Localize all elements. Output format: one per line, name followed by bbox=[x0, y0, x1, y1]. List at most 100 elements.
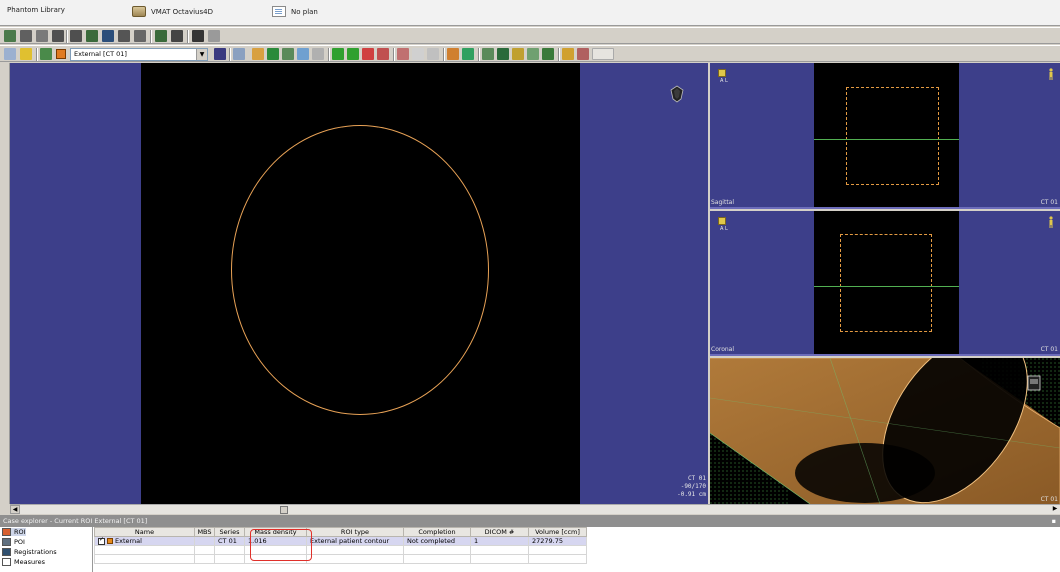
expand-icon[interactable] bbox=[332, 48, 344, 60]
measure-icon[interactable] bbox=[562, 48, 574, 60]
chevron-down-icon[interactable] bbox=[208, 30, 220, 42]
sagittal-label: Sagittal bbox=[711, 199, 735, 206]
nav-label: Registrations bbox=[14, 548, 57, 556]
roi-name-cell[interactable]: External bbox=[94, 536, 195, 546]
column-header-roi-type[interactable]: ROI type bbox=[306, 527, 404, 537]
union-icon[interactable] bbox=[362, 48, 374, 60]
case-explorer: ROI POI Registrations Measures Name MBS … bbox=[0, 527, 1060, 572]
roi-visible-checkbox[interactable] bbox=[98, 536, 105, 545]
coronal-view[interactable]: A L Coronal CT 01 bbox=[710, 211, 1060, 356]
column-header-series[interactable]: Series bbox=[214, 527, 245, 537]
smooth-icon[interactable] bbox=[462, 48, 474, 60]
eraser-icon[interactable] bbox=[312, 48, 324, 60]
contour-icon[interactable] bbox=[297, 48, 309, 60]
delete-roi-icon[interactable] bbox=[397, 48, 409, 60]
case-explorer-nav: ROI POI Registrations Measures bbox=[0, 527, 93, 572]
external-roi-contour bbox=[231, 125, 489, 415]
layout-toolbar bbox=[0, 27, 1060, 44]
table-row[interactable]: External CT 01 1.016 External patient co… bbox=[94, 536, 1056, 546]
disabled-tool-icon bbox=[592, 48, 614, 60]
nav-item-roi[interactable]: ROI bbox=[2, 528, 26, 536]
ruler-icon[interactable] bbox=[577, 48, 589, 60]
roi-volume-cell[interactable]: 27279.75 bbox=[528, 536, 587, 546]
window-level-icon[interactable] bbox=[192, 30, 204, 42]
column-header-completion[interactable]: Completion bbox=[403, 527, 471, 537]
view-settings-icon[interactable] bbox=[718, 69, 726, 77]
pin-icon[interactable]: ▪ bbox=[1052, 515, 1056, 527]
person-icon bbox=[1049, 68, 1053, 80]
roi-dicom-cell[interactable]: 1 bbox=[470, 536, 529, 546]
nav-item-registrations[interactable]: Registrations bbox=[2, 548, 57, 556]
plan-tab[interactable]: No plan bbox=[272, 6, 318, 17]
library-label: Phantom Library bbox=[7, 6, 65, 14]
roi-series-cell[interactable]: CT 01 bbox=[214, 536, 245, 546]
roi-type-cell[interactable]: External patient contour bbox=[306, 536, 404, 546]
horizontal-scrollbar[interactable]: ◀ ▶ bbox=[10, 504, 1060, 514]
redo-icon[interactable] bbox=[427, 48, 439, 60]
draw-icon[interactable] bbox=[282, 48, 294, 60]
boolean-icon[interactable] bbox=[527, 48, 539, 60]
wall-icon[interactable] bbox=[542, 48, 554, 60]
layout-3d-icon[interactable] bbox=[102, 30, 114, 42]
layout-split-icon[interactable] bbox=[36, 30, 48, 42]
fill-icon[interactable] bbox=[267, 48, 279, 60]
nav-item-measures[interactable]: Measures bbox=[2, 558, 45, 566]
roi-color-swatch[interactable] bbox=[107, 538, 113, 544]
roi-toolbar: External [CT 01] ▼ bbox=[0, 45, 1060, 62]
sagittal-view[interactable]: A L Sagittal CT 01 bbox=[710, 63, 1060, 209]
roi-settings-icon[interactable] bbox=[214, 48, 226, 60]
column-header-name[interactable]: Name bbox=[94, 527, 195, 537]
layout-grid-icon[interactable] bbox=[20, 30, 32, 42]
roi-mass-density-cell[interactable]: 1.016 bbox=[244, 536, 307, 546]
scroll-left-icon[interactable]: ◀ bbox=[10, 505, 20, 514]
library-tab[interactable]: Phantom Library bbox=[7, 6, 65, 14]
layout-panel-icon[interactable] bbox=[155, 30, 167, 42]
highlight-icon[interactable] bbox=[20, 48, 32, 60]
roi-color-swatch bbox=[56, 49, 66, 59]
sagittal-series-label: CT 01 bbox=[1040, 199, 1058, 206]
column-header-volume[interactable]: Volume [ccm] bbox=[528, 527, 587, 537]
chevron-down-icon[interactable]: ▼ bbox=[196, 49, 207, 60]
interpolate-icon[interactable] bbox=[482, 48, 494, 60]
3d-view[interactable]: CT 01 bbox=[710, 358, 1060, 504]
layout-columns-icon[interactable] bbox=[70, 30, 82, 42]
poi-icon bbox=[2, 538, 11, 546]
3d-cylinder-render bbox=[710, 358, 1060, 504]
copy-roi-icon[interactable] bbox=[497, 48, 509, 60]
margin-icon[interactable] bbox=[512, 48, 524, 60]
column-header-mass-density[interactable]: Mass density bbox=[244, 527, 307, 537]
layout-compare-icon[interactable] bbox=[134, 30, 146, 42]
roi-completion-cell[interactable]: Not completed bbox=[403, 536, 471, 546]
roi-new-icon[interactable] bbox=[40, 48, 52, 60]
coronal-orientation: A L bbox=[720, 226, 728, 232]
case-explorer-title: Case explorer - Current ROI External [CT… bbox=[3, 517, 148, 525]
nav-item-poi[interactable]: POI bbox=[2, 538, 25, 546]
undo-icon[interactable] bbox=[412, 48, 424, 60]
layout-single-icon[interactable] bbox=[4, 30, 16, 42]
person-icon bbox=[1049, 216, 1053, 228]
layout-rows-icon[interactable] bbox=[52, 30, 64, 42]
sagittal-orientation: A L bbox=[720, 78, 728, 84]
line-tool-icon[interactable] bbox=[233, 48, 245, 60]
roi-selector-value: External [CT 01] bbox=[74, 50, 127, 58]
3d-series-label: CT 01 bbox=[1040, 496, 1058, 503]
brush-icon[interactable] bbox=[252, 48, 264, 60]
view-settings-icon[interactable] bbox=[718, 217, 726, 225]
roi-mbs-cell[interactable] bbox=[194, 536, 215, 546]
layout-stack-icon[interactable] bbox=[118, 30, 130, 42]
pointer-icon[interactable] bbox=[4, 48, 16, 60]
transversal-view[interactable]: CT 01 -90/170 -0.91 cm bbox=[10, 63, 708, 504]
column-header-dicom[interactable]: DICOM # bbox=[470, 527, 529, 537]
ct-slice-image bbox=[141, 63, 580, 504]
layout-list-icon[interactable] bbox=[171, 30, 183, 42]
roi-selector[interactable]: External [CT 01] ▼ bbox=[70, 48, 208, 61]
case-tab[interactable]: VMAT Octavius4D bbox=[132, 6, 213, 17]
threshold-icon[interactable] bbox=[447, 48, 459, 60]
subtract-icon[interactable] bbox=[377, 48, 389, 60]
contract-icon[interactable] bbox=[347, 48, 359, 60]
layout-quad-icon[interactable] bbox=[86, 30, 98, 42]
column-header-mbs[interactable]: MBS bbox=[194, 527, 215, 537]
scroll-thumb[interactable] bbox=[280, 506, 288, 514]
case-explorer-title-bar: Case explorer - Current ROI External [CT… bbox=[0, 515, 1060, 527]
scroll-right-icon[interactable]: ▶ bbox=[1050, 505, 1060, 514]
